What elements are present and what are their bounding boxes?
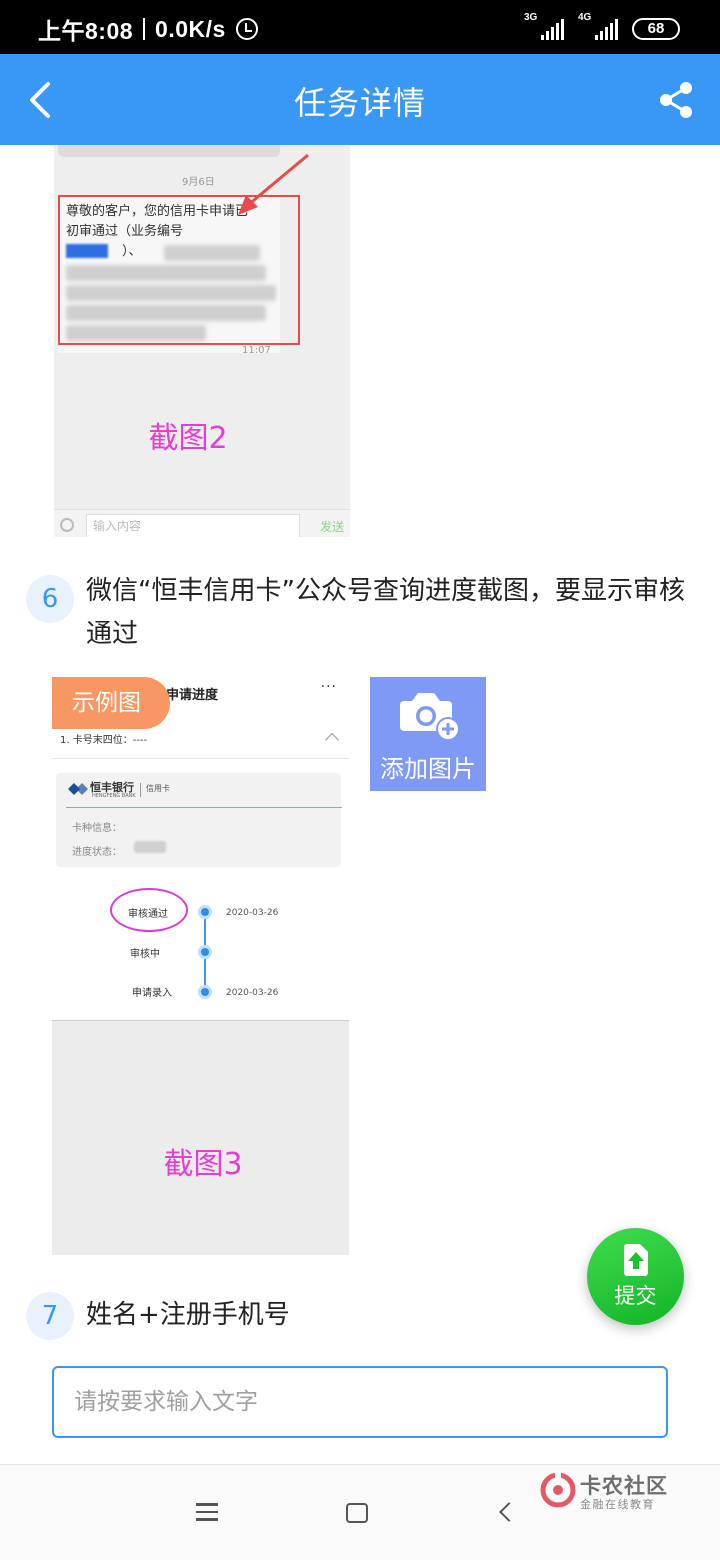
status-bar: 上午8:08 0.0K/s 3G 4G 68 [0,0,720,54]
sms-time: 11:07 [242,345,271,356]
status-divider [143,18,146,40]
watermark-subtitle: 金融在线教育 [580,1498,655,1511]
card-number-text: 1. 卡号末四位：---- [60,735,148,746]
timeline-date: 2020-03-26 [226,988,279,998]
chevron-up-icon [324,732,340,748]
status-net-speed: 0.0K/s [155,15,226,42]
battery-indicator: 68 [632,18,680,40]
app-header: 任务详情 [0,54,720,145]
chat-input-placeholder: 输入内容 [86,514,300,537]
network-type-4g: 4G [578,12,592,23]
page-title: 任务详情 [293,84,426,122]
divider [140,783,141,797]
attachment-icon [57,515,77,535]
timeline-dot [198,985,212,999]
example-badge: 示例图 [52,677,170,729]
bank-card-panel: 恒丰银行 HENGFENG BANK 信用卡 卡种信息： 进度状态： [56,773,342,867]
status-time: 上午8:08 [38,18,134,44]
card-info-label: 卡种信息： [72,823,122,834]
chat-input-bar: 输入内容 发送 [54,509,350,537]
watermark: 卡农社区 金融在线教育 [538,1470,668,1514]
bank-logo-icon [68,783,88,795]
question-7-text: 姓名+注册手机号 [86,1300,290,1330]
screenshot-caption-3: 截图3 [163,1147,243,1182]
timeline-date: 2020-03-26 [226,908,279,918]
example-screenshot-3[interactable]: 申请进度 ··· 1. 卡号末四位：---- 恒丰银行 HENGFENG BAN… [52,677,349,1255]
red-arrow-icon [238,153,309,215]
bank-name-en: HENGFENG BANK [92,793,136,799]
question-number-7: 7 [26,1292,74,1340]
redacted-block [134,841,166,853]
send-label: 发送 [319,520,344,534]
signal-3g-icon: 3G [524,12,564,40]
highlight-oval [110,888,188,932]
network-type-3g: 3G [524,12,538,23]
kanong-logo-icon [540,1472,576,1508]
home-icon[interactable] [346,1503,368,1523]
alarm-icon [235,18,258,40]
timeline-dot [198,905,212,919]
camera-add-icon [400,693,460,741]
timeline-label: 申请录入 [132,988,172,999]
upload-file-icon [624,1244,648,1276]
progress-status-label: 进度状态： [72,847,122,858]
answer-text-input[interactable] [52,1366,668,1438]
add-image-button[interactable]: 添加图片 [370,677,486,791]
more-icon: ··· [320,679,337,695]
card-type: 信用卡 [146,784,170,793]
progress-page-title: 申请进度 [166,688,219,703]
divider [66,807,342,808]
signal-4g-icon: 4G [578,12,618,40]
add-image-label: 添加图片 [380,755,476,783]
screenshot-caption-2: 截图2 [148,421,228,456]
question-6-text: 微信“恒丰信用卡”公众号查询进度截图，要显示审核通过 [86,576,685,649]
example-screenshot-2[interactable]: 9月6日 尊敬的客户，您的信用卡申请已 初审通过（业务编号 ）、 11:07 截… [54,145,350,537]
back-nav-icon[interactable] [499,1502,519,1522]
timeline-label: 审核中 [130,949,160,960]
submit-button[interactable]: 提交 [587,1228,684,1325]
share-icon[interactable] [656,80,696,120]
timeline-dot [198,945,212,959]
question-number-6: 6 [26,575,74,623]
submit-label: 提交 [614,1284,657,1308]
menu-icon[interactable] [196,1503,218,1521]
chat-date: 9月6日 [182,177,215,188]
